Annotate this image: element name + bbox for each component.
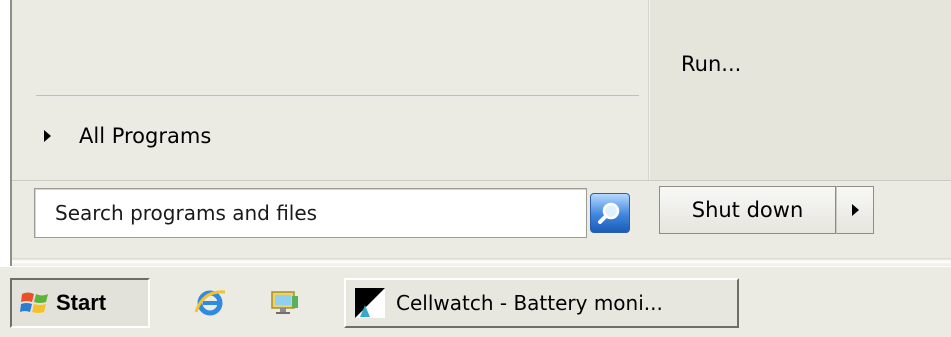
start-menu-separator <box>36 95 639 97</box>
show-desktop-quick-launch[interactable] <box>268 286 302 322</box>
start-menu-left-pane: All Programs <box>12 0 648 180</box>
taskbar-separator <box>12 258 951 266</box>
start-label: Start <box>56 290 107 315</box>
search-icon <box>598 202 620 224</box>
cellwatch-icon <box>355 288 385 318</box>
triangle-right-icon <box>44 130 51 142</box>
start-button[interactable]: Start <box>10 278 150 328</box>
search-placeholder: Search programs and files <box>55 201 318 225</box>
search-input[interactable]: Search programs and files <box>34 188 587 238</box>
triangle-right-icon <box>851 204 859 216</box>
start-menu-right-pane: Run... <box>650 0 951 180</box>
start-menu: All Programs Run... Search programs and … <box>12 0 951 258</box>
all-programs-item[interactable]: All Programs <box>36 116 436 156</box>
taskbar-button-cellwatch[interactable]: Cellwatch - Battery moni... <box>344 278 739 328</box>
shutdown-options-button[interactable] <box>836 186 874 234</box>
run-item[interactable]: Run... <box>681 52 741 76</box>
windows-flag-icon <box>20 292 48 313</box>
taskbar-top-line <box>0 266 951 267</box>
shutdown-button[interactable]: Shut down <box>659 186 836 234</box>
shutdown-label: Shut down <box>691 198 804 222</box>
ie-icon <box>194 290 226 316</box>
taskbar: Start Cellwatch - Battery moni... <box>0 266 951 337</box>
task-label: Cellwatch - Battery moni... <box>396 291 663 315</box>
start-menu-bottom-rule <box>12 180 951 182</box>
all-programs-label: All Programs <box>79 124 212 148</box>
ie-quick-launch[interactable] <box>193 286 227 322</box>
desktop-icon <box>271 291 298 314</box>
search-button[interactable] <box>590 193 630 233</box>
